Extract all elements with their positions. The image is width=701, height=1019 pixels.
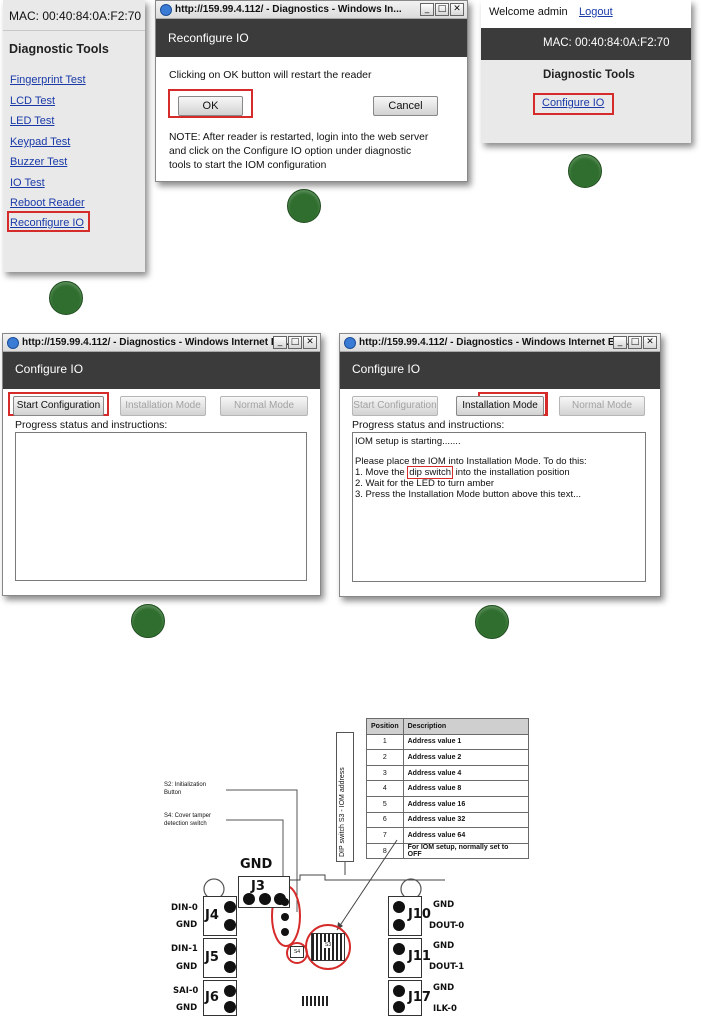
gnd-a-label: GND [176, 920, 198, 930]
s4-chip: S4 [290, 946, 304, 958]
j3-label: J3 [251, 879, 265, 894]
j17-label: J17 [408, 990, 431, 1005]
j5-label: J5 [205, 950, 219, 965]
ilk0-label: ILK-0 [433, 1004, 457, 1014]
gnd-top-label: GND [240, 857, 273, 872]
din0-label: DIN-0 [171, 903, 198, 913]
j4-label: J4 [205, 908, 219, 923]
dout0-label: DOUT-0 [429, 921, 465, 931]
j11-label: J11 [408, 949, 431, 964]
gnd-r1-label: GND [433, 900, 455, 910]
gnd-r2-label: GND [433, 941, 455, 951]
board-lines [203, 789, 445, 970]
s2-switch-pin [281, 913, 289, 921]
s2-switch-pin [281, 898, 289, 906]
gnd-c-label: GND [176, 1003, 198, 1013]
gnd-b-label: GND [176, 962, 198, 972]
sai0-label: SAI-0 [173, 986, 199, 996]
gnd-r3-label: GND [433, 983, 455, 993]
din1-label: DIN-1 [171, 944, 198, 954]
j6-label: J6 [205, 990, 219, 1005]
j10-label: J10 [408, 907, 431, 922]
s2-switch-pin [281, 928, 289, 936]
bottom-header [302, 996, 330, 1006]
dout1-label: DOUT-1 [429, 962, 465, 972]
s3-dip-chip: S3 [311, 933, 345, 961]
